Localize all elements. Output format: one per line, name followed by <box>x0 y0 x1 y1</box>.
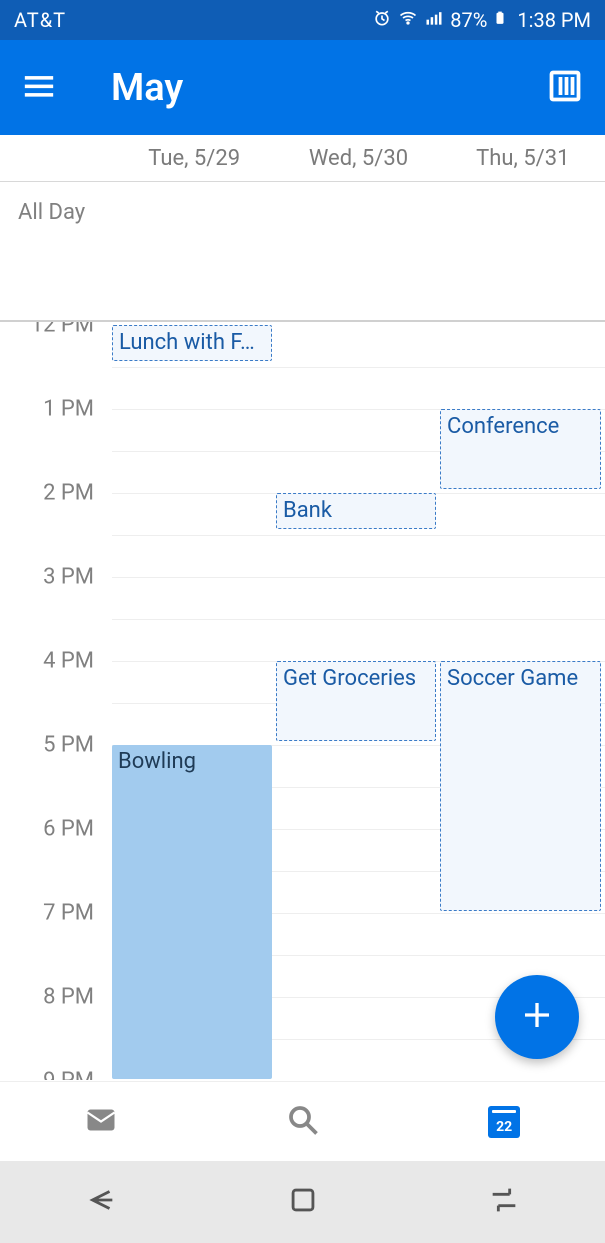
event-groceries[interactable]: Get Groceries <box>276 661 436 741</box>
system-nav <box>0 1161 605 1243</box>
hour-label: 4 PM <box>43 649 94 674</box>
battery-percent: 87% <box>450 8 487 32</box>
event-bowling[interactable]: Bowling <box>112 745 272 1079</box>
recents-icon <box>487 1183 521 1221</box>
nav-search[interactable] <box>202 1082 404 1161</box>
event-lunch[interactable]: Lunch with F… <box>112 325 272 361</box>
battery-icon <box>493 7 507 34</box>
day-headers: Tue, 5/29 Wed, 5/30 Thu, 5/31 <box>0 135 605 182</box>
hour-label: 6 PM <box>43 817 94 842</box>
back-arrow-icon <box>84 1183 118 1221</box>
hour-label: 1 PM <box>43 397 94 422</box>
hour-label: 12 PM <box>31 322 94 338</box>
hour-label: 2 PM <box>43 481 94 506</box>
hamburger-menu-icon[interactable] <box>22 69 56 107</box>
day-header[interactable]: Thu, 5/31 <box>441 135 605 181</box>
home-square-icon <box>286 1183 320 1221</box>
calendar-day-number: 22 <box>496 1119 512 1135</box>
alarm-icon <box>372 8 392 33</box>
status-right: 87% 1:38 PM <box>372 7 591 34</box>
calendar-grid[interactable]: 12 PM 1 PM 2 PM 3 PM 4 PM 5 PM 6 PM 7 PM… <box>0 322 605 1080</box>
nav-mail[interactable] <box>0 1082 202 1161</box>
event-conference[interactable]: Conference <box>440 409 601 489</box>
mail-icon <box>83 1102 119 1142</box>
hour-label: 9 PM <box>43 1069 94 1081</box>
hour-label: 8 PM <box>43 985 94 1010</box>
carrier-label: AT&T <box>14 8 372 32</box>
calendar-icon: 22 <box>488 1106 520 1138</box>
sys-home-button[interactable] <box>202 1161 404 1243</box>
wifi-icon <box>398 8 418 33</box>
allday-cell[interactable] <box>112 182 276 320</box>
calendar-view-icon[interactable] <box>547 68 583 108</box>
time-column: 12 PM 1 PM 2 PM 3 PM 4 PM 5 PM 6 PM 7 PM… <box>0 322 112 1080</box>
allday-cell[interactable] <box>276 182 440 320</box>
status-bar: AT&T 87% 1:38 PM <box>0 0 605 40</box>
nav-calendar[interactable]: 22 <box>403 1082 605 1161</box>
event-soccer[interactable]: Soccer Game <box>440 661 601 911</box>
search-icon <box>285 1102 321 1142</box>
clock-label: 1:38 PM <box>517 8 591 32</box>
add-event-button[interactable] <box>495 975 579 1059</box>
day-header[interactable]: Tue, 5/29 <box>112 135 276 181</box>
sys-recents-button[interactable] <box>403 1161 605 1243</box>
allday-cell[interactable] <box>441 182 605 320</box>
app-bar: May <box>0 40 605 135</box>
hour-label: 7 PM <box>43 901 94 926</box>
day-header[interactable]: Wed, 5/30 <box>276 135 440 181</box>
hour-label: 3 PM <box>43 565 94 590</box>
hour-label: 5 PM <box>43 733 94 758</box>
sys-back-button[interactable] <box>0 1161 202 1243</box>
signal-icon <box>424 8 444 33</box>
bottom-nav: 22 <box>0 1081 605 1161</box>
page-title: May <box>111 66 547 110</box>
plus-icon <box>519 997 555 1037</box>
allday-row: All Day <box>0 182 605 322</box>
allday-label: All Day <box>0 182 112 320</box>
event-bank[interactable]: Bank <box>276 493 436 529</box>
